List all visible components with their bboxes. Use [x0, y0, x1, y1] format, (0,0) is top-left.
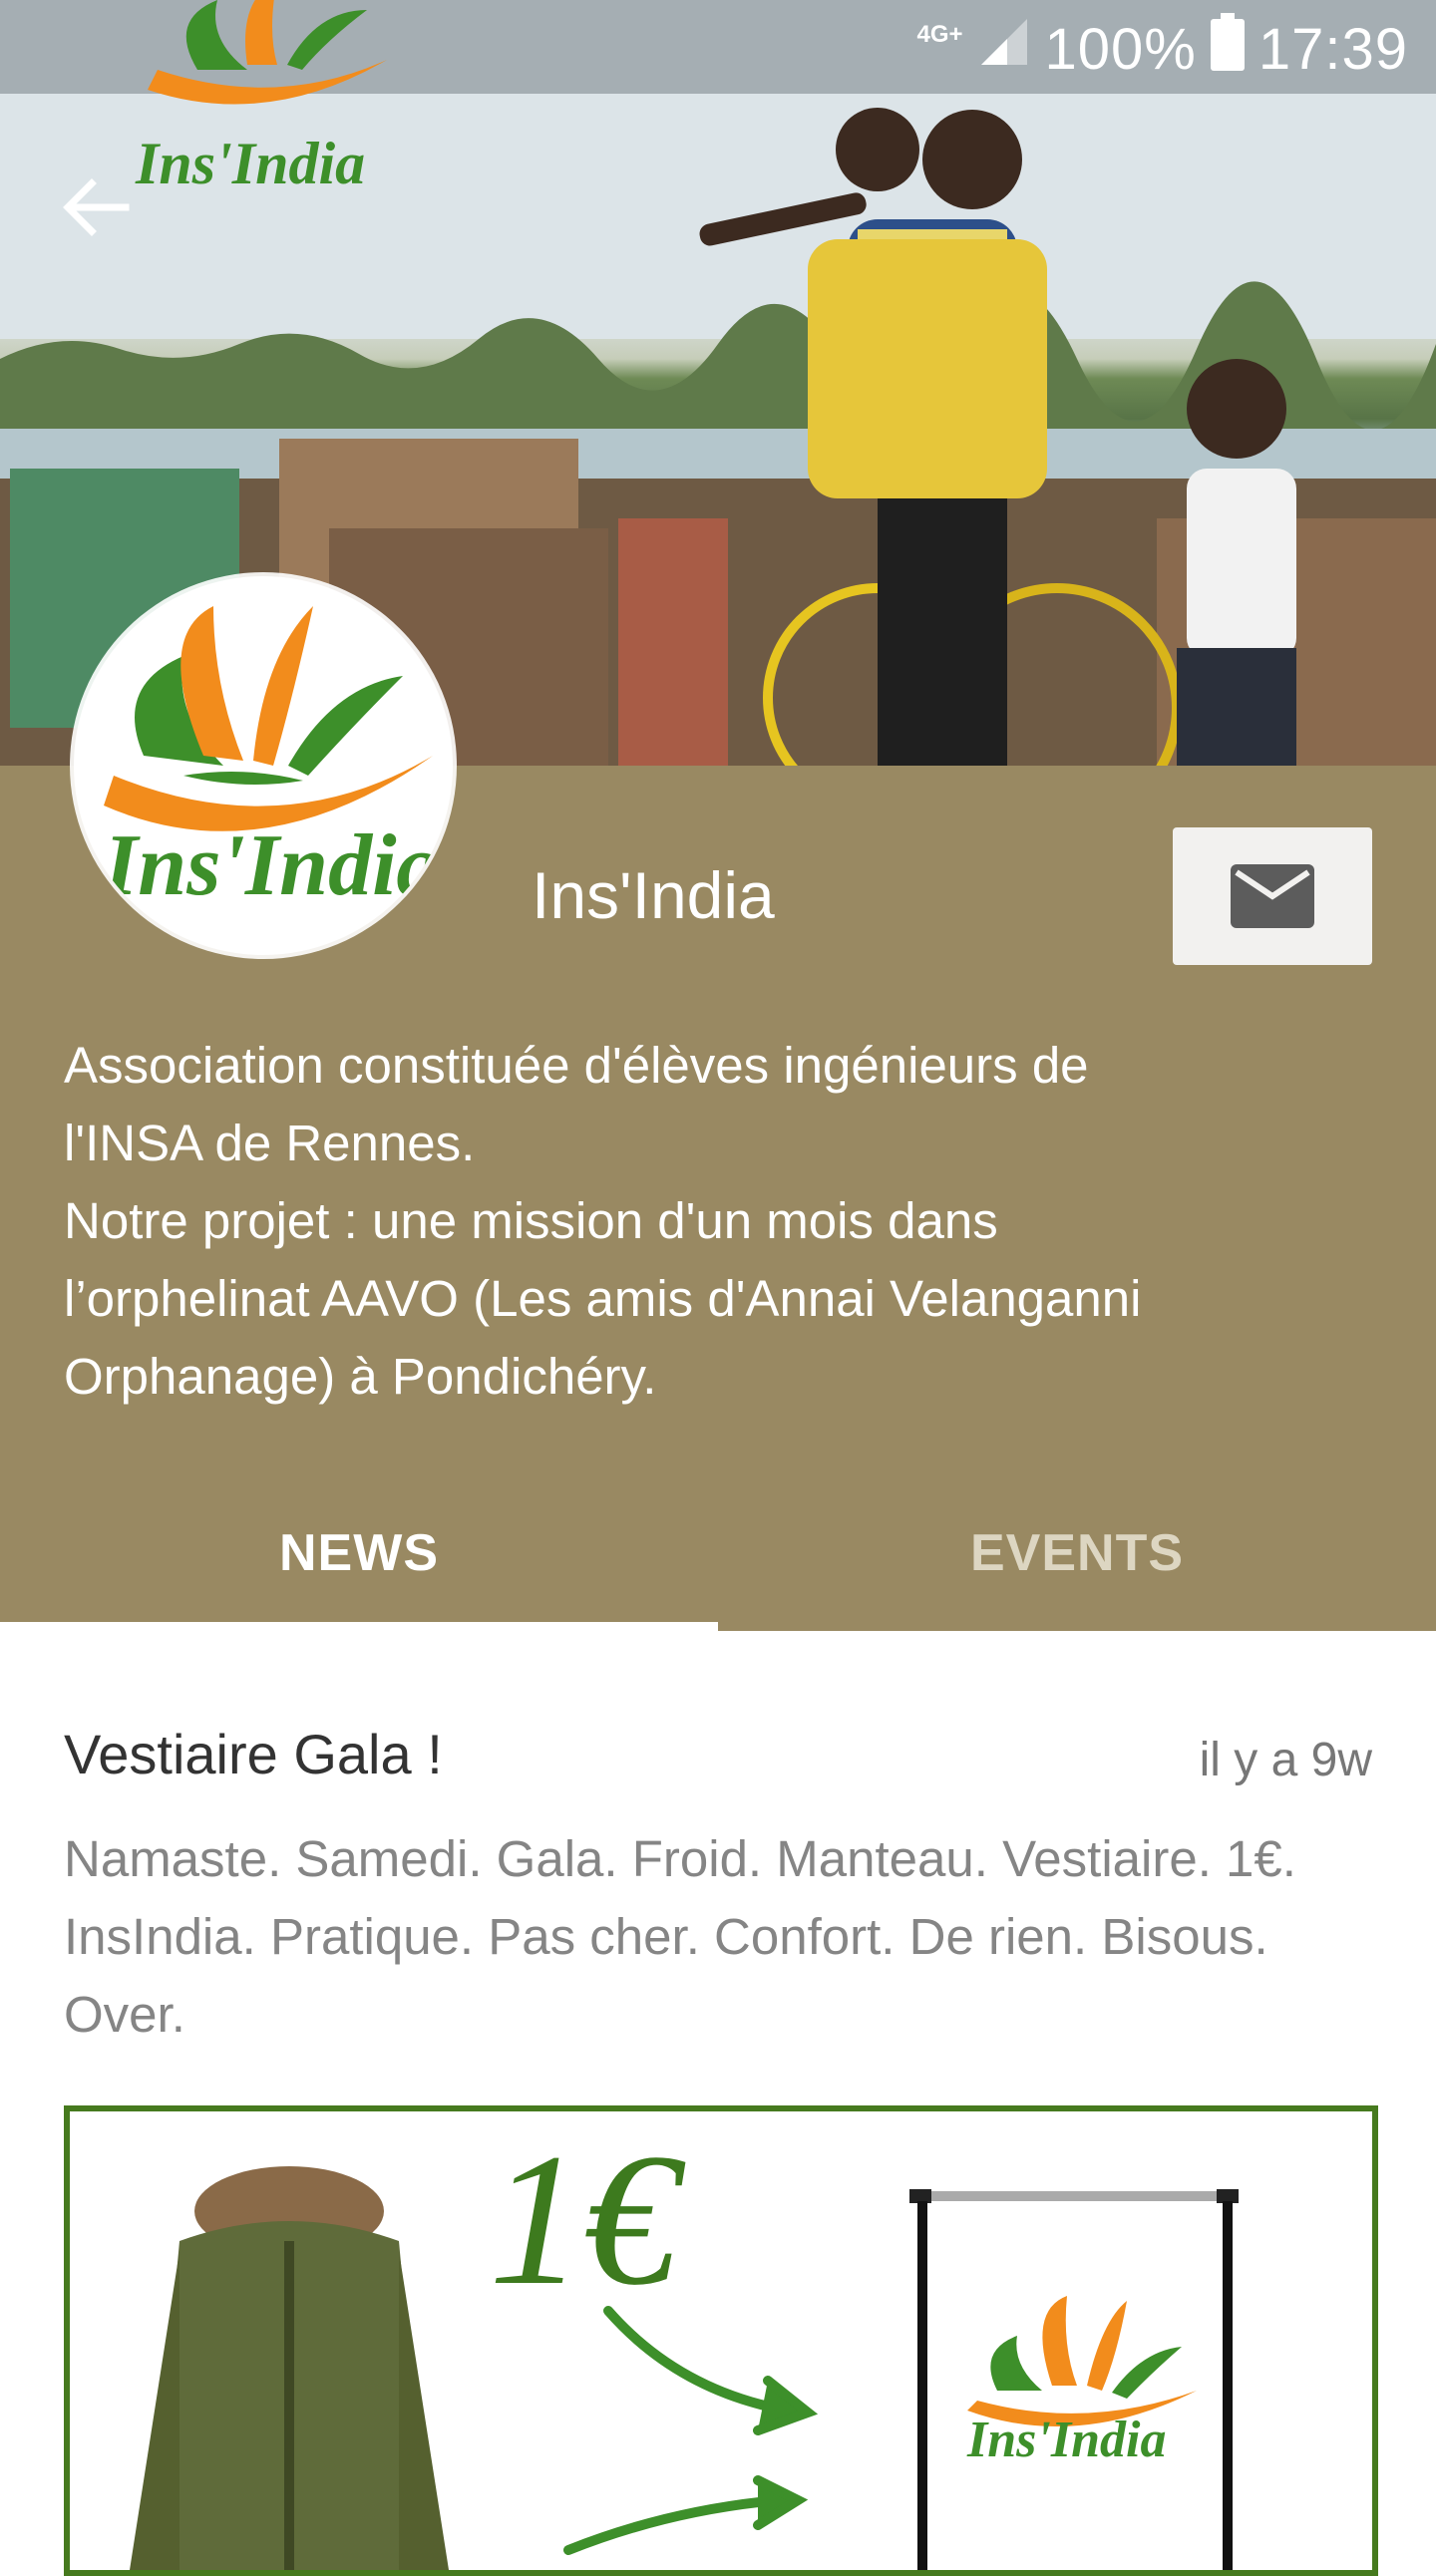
- arrow-icon: [563, 2306, 819, 2555]
- status-time: 17:39: [1257, 16, 1408, 82]
- mail-icon: [1231, 864, 1314, 928]
- lotus-logo-icon: [148, 0, 387, 105]
- contact-button[interactable]: [1173, 827, 1372, 965]
- lotus-logo-icon: [967, 2296, 1197, 2426]
- active-tab-indicator: [0, 1622, 718, 1631]
- banner-logo: Ins'India: [128, 0, 407, 199]
- signal-icon: [977, 15, 1031, 83]
- avatar: Ins'India: [74, 576, 453, 955]
- news-body: Namaste. Samedi. Gala. Froid. Manteau. V…: [64, 1830, 1296, 2043]
- tab-news[interactable]: NEWS: [0, 1475, 718, 1631]
- organization-description: Association constituée d'élèves ingénieu…: [64, 1037, 1142, 1405]
- news-image[interactable]: 1€ Ins'India: [64, 2105, 1378, 2576]
- tab-events[interactable]: EVENTS: [718, 1475, 1436, 1631]
- news-illustration: [130, 2166, 1239, 2570]
- coat-icon: [130, 2166, 449, 2570]
- banner-logo-text: Ins'India: [136, 131, 366, 196]
- battery-icon: [1210, 13, 1245, 85]
- back-button[interactable]: [56, 167, 136, 247]
- network-type-label: 4G+: [916, 21, 963, 48]
- avatar-logo-text: Ins'India: [104, 817, 441, 914]
- news-title: Vestiaire Gala !: [64, 1723, 443, 1785]
- organization-name: Ins'India: [532, 858, 775, 932]
- news-image-logo-text: Ins'India: [967, 2412, 1167, 2468]
- news-timestamp: il y a 9w: [1199, 1734, 1372, 1786]
- arrow-left-icon: [63, 178, 130, 236]
- battery-percentage: 100%: [1044, 16, 1197, 82]
